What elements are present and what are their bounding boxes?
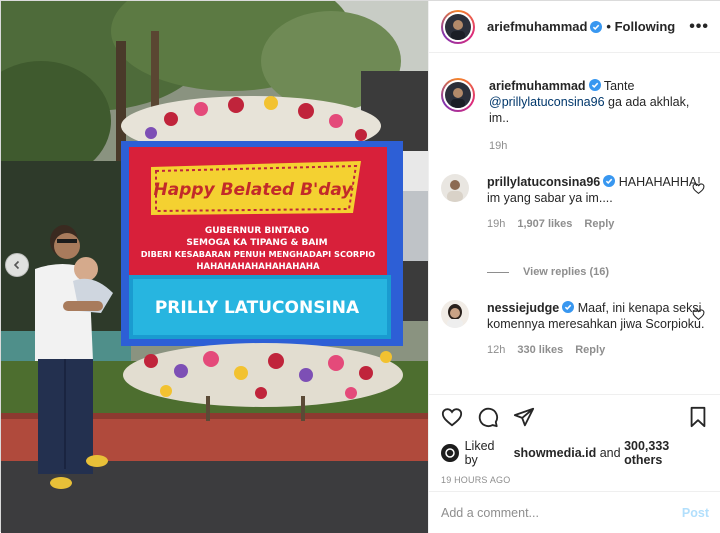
commenter-avatar[interactable] bbox=[441, 174, 469, 202]
avatar-image bbox=[441, 300, 469, 328]
caption-username[interactable]: ariefmuhammad bbox=[489, 79, 586, 93]
verified-badge-icon bbox=[603, 175, 616, 187]
comment-time[interactable]: 19h bbox=[487, 216, 505, 232]
verified-badge-icon bbox=[562, 301, 575, 313]
comment-item: prillylatuconsina96 HAHAHAHHA! im yang s… bbox=[441, 174, 709, 232]
add-comment-bar: Post bbox=[429, 491, 720, 533]
liked-by-middle: and bbox=[599, 446, 621, 460]
action-bar bbox=[441, 395, 709, 439]
caption-item: ariefmuhammad Tante @prillylatuconsina96… bbox=[441, 78, 709, 154]
caption-text-prefix: Tante bbox=[603, 79, 635, 93]
liked-by-row: Liked by showmedia.id and 300,333 others bbox=[441, 439, 709, 467]
save-bookmark-icon[interactable] bbox=[687, 406, 709, 428]
post-header: ariefmuhammad • Following ••• bbox=[429, 1, 720, 53]
like-heart-icon[interactable] bbox=[441, 406, 463, 428]
share-paper-plane-icon[interactable] bbox=[513, 406, 535, 428]
comment-likes[interactable]: 1,907 likes bbox=[517, 216, 572, 232]
avatar-image bbox=[441, 174, 469, 202]
verified-badge-icon bbox=[590, 20, 603, 33]
previous-photo-button[interactable] bbox=[5, 253, 29, 277]
comment-body: prillylatuconsina96 HAHAHAHHA! im yang s… bbox=[487, 174, 709, 232]
author-avatar[interactable] bbox=[441, 9, 475, 44]
like-comment-heart-icon[interactable] bbox=[692, 308, 705, 321]
following-button[interactable]: • Following bbox=[606, 19, 675, 34]
post-modal: Happy Belated B'day GUBERNUR BINTARO SEM… bbox=[0, 0, 720, 533]
caption-time[interactable]: 19h bbox=[489, 138, 507, 154]
post-side-panel: ariefmuhammad • Following ••• ariefmuham… bbox=[428, 1, 720, 533]
comment-likes[interactable]: 330 likes bbox=[517, 342, 563, 358]
caption-body: ariefmuhammad Tante @prillylatuconsina96… bbox=[489, 78, 709, 154]
banner-line-3: SEMOGA KA TIPANG & BAIM bbox=[186, 238, 327, 248]
comment-time[interactable]: 12h bbox=[487, 342, 505, 358]
liked-by-others[interactable]: 300,333 others bbox=[624, 439, 709, 467]
commenter-username[interactable]: prillylatuconsina96 bbox=[487, 175, 600, 189]
caption-avatar[interactable] bbox=[441, 78, 475, 112]
view-replies-button[interactable]: View replies (16) bbox=[487, 266, 609, 278]
like-comment-heart-icon[interactable] bbox=[692, 182, 705, 195]
liked-by-avatar[interactable] bbox=[441, 444, 459, 462]
post-photo[interactable]: Happy Belated B'day GUBERNUR BINTARO SEM… bbox=[1, 1, 428, 533]
avatar-image bbox=[445, 13, 471, 40]
author-username[interactable]: ariefmuhammad bbox=[487, 19, 587, 34]
comment-item: nessiejudge Maaf, ini kenapa seksi komen… bbox=[441, 300, 709, 358]
reply-button[interactable]: Reply bbox=[575, 342, 605, 358]
reply-button[interactable]: Reply bbox=[584, 216, 614, 232]
comment-input[interactable] bbox=[441, 505, 682, 520]
post-timestamp[interactable]: 19 HOURS AGO bbox=[441, 475, 709, 485]
chevron-left-icon bbox=[13, 260, 20, 270]
commenter-username[interactable]: nessiejudge bbox=[487, 301, 559, 315]
banner-line-4: DIBERI KESABARAN PENUH MENGHADAPI SCORPI… bbox=[141, 249, 376, 259]
avatar-image bbox=[445, 82, 471, 108]
comments-list: ariefmuhammad Tante @prillylatuconsina96… bbox=[429, 54, 720, 394]
commenter-avatar[interactable] bbox=[441, 300, 469, 328]
verified-badge-icon bbox=[588, 79, 601, 91]
banner-line-2: GUBERNUR BINTARO bbox=[205, 226, 310, 236]
view-replies-label: View replies (16) bbox=[523, 266, 610, 278]
caption-mention-link[interactable]: @prillylatuconsina96 bbox=[489, 95, 605, 109]
replies-divider-line bbox=[487, 271, 509, 273]
more-options-icon[interactable]: ••• bbox=[689, 18, 709, 36]
post-comment-button[interactable]: Post bbox=[682, 506, 709, 520]
banner-name: PRILLY LATUCONSINA bbox=[155, 298, 360, 318]
post-actions-section: Liked by showmedia.id and 300,333 others… bbox=[429, 394, 720, 485]
liked-by-user[interactable]: showmedia.id bbox=[514, 446, 597, 460]
comment-body: nessiejudge Maaf, ini kenapa seksi komen… bbox=[487, 300, 709, 358]
comment-bubble-icon[interactable] bbox=[477, 406, 499, 428]
banner-title: Happy Belated B'day bbox=[154, 180, 354, 200]
banner-line-5: HAHAHAHAHAHAHAHAHA bbox=[196, 262, 320, 272]
showmedia-logo-icon bbox=[445, 448, 455, 458]
liked-by-prefix: Liked by bbox=[464, 439, 495, 467]
photo-illustration: Happy Belated B'day GUBERNUR BINTARO SEM… bbox=[1, 1, 428, 533]
